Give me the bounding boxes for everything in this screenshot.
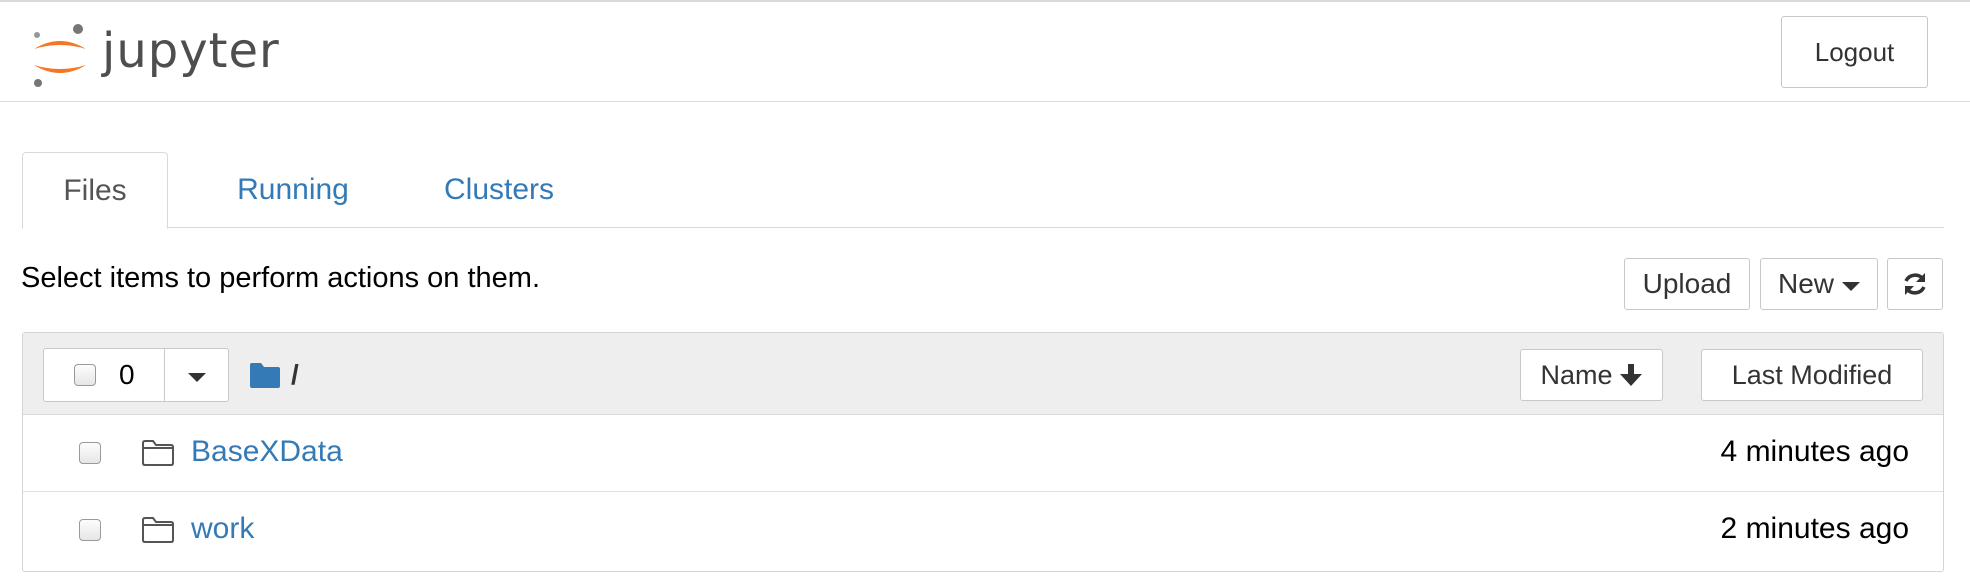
list-item: BaseXData 4 minutes ago	[23, 415, 1943, 492]
new-button-label: New	[1777, 268, 1834, 299]
caret-down-icon	[1842, 281, 1860, 291]
breadcrumb: /	[249, 355, 299, 395]
selected-count: 0	[119, 359, 135, 390]
tab-files[interactable]: Files	[22, 152, 168, 229]
sort-name-label: Name	[1540, 359, 1613, 390]
select-all-group: 0	[43, 348, 229, 402]
caret-down-icon	[187, 372, 206, 382]
item-checkbox[interactable]	[79, 442, 101, 464]
arrow-down-icon	[1619, 364, 1642, 386]
tab-bar: Files Running Clusters	[22, 152, 1944, 229]
list-item: work 2 minutes ago	[23, 492, 1943, 569]
file-list-header: 0 / Name Last Modified	[23, 333, 1943, 415]
new-button[interactable]: New	[1760, 258, 1878, 310]
tab-running[interactable]: Running	[208, 152, 378, 228]
sort-by-modified-button[interactable]: Last Modified	[1701, 349, 1923, 401]
jupyter-file-browser: jupyter Logout Files Running Clusters Se…	[0, 0, 1970, 588]
item-link[interactable]: work	[191, 512, 254, 546]
jupyter-logo-icon	[34, 24, 86, 87]
select-dropdown-button[interactable]	[165, 348, 229, 402]
file-list: 0 / Name Last Modified BaseXData 4 minut…	[22, 332, 1944, 572]
item-modified: 2 minutes ago	[1720, 512, 1909, 545]
breadcrumb-root[interactable]: /	[291, 359, 299, 391]
folder-icon	[142, 517, 174, 543]
refresh-button[interactable]	[1887, 258, 1943, 310]
folder-solid-icon[interactable]	[249, 361, 281, 389]
logo-text: jupyter	[102, 23, 280, 79]
header: jupyter Logout	[0, 2, 1970, 102]
item-checkbox[interactable]	[79, 519, 101, 541]
item-modified: 4 minutes ago	[1720, 435, 1909, 468]
tab-clusters[interactable]: Clusters	[414, 152, 584, 228]
select-all-box: 0	[43, 348, 165, 402]
select-all-checkbox[interactable]	[74, 364, 96, 386]
refresh-icon	[1904, 273, 1926, 295]
logout-button[interactable]: Logout	[1781, 16, 1928, 88]
jupyter-logo[interactable]: jupyter	[28, 16, 308, 96]
sort-by-name-button[interactable]: Name	[1520, 349, 1663, 401]
upload-button[interactable]: Upload	[1624, 258, 1750, 310]
instructions-text: Select items to perform actions on them.	[21, 262, 540, 294]
item-link[interactable]: BaseXData	[191, 435, 343, 469]
folder-icon	[142, 440, 174, 466]
